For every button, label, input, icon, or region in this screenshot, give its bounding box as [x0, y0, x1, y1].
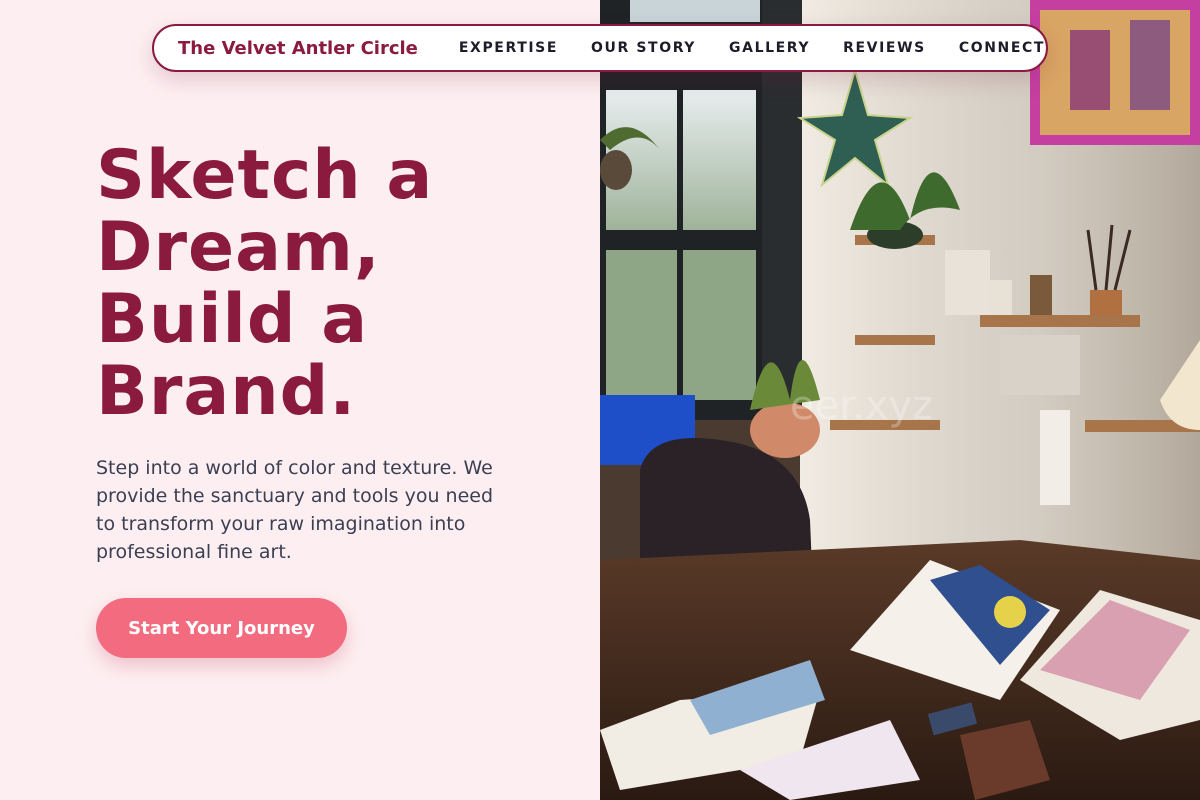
- hero-title-line: Dream,: [96, 208, 381, 287]
- hero-title: Sketch a Dream, Build a Brand.: [96, 140, 576, 428]
- start-journey-button[interactable]: Start Your Journey: [96, 598, 347, 658]
- nav-link-gallery[interactable]: GALLERY: [729, 40, 810, 56]
- hero-title-line: Brand.: [96, 352, 357, 431]
- nav-link-connect[interactable]: CONNECT: [959, 40, 1045, 56]
- brand-logo-link[interactable]: The Velvet Antler Circle: [178, 38, 418, 59]
- nav-link-expertise[interactable]: EXPERTISE: [459, 40, 558, 56]
- nav-links: EXPERTISE OUR STORY GALLERY REVIEWS CONN…: [459, 40, 1045, 56]
- nav-link-reviews[interactable]: REVIEWS: [843, 40, 926, 56]
- top-navbar: The Velvet Antler Circle EXPERTISE OUR S…: [152, 24, 1048, 72]
- nav-link-our-story[interactable]: OUR STORY: [591, 40, 696, 56]
- hero-title-line: Sketch a: [96, 136, 434, 215]
- art-studio-photo: [600, 0, 1200, 800]
- hero-subtitle: Step into a world of color and texture. …: [96, 457, 494, 563]
- hero-title-line: Build a: [96, 280, 369, 359]
